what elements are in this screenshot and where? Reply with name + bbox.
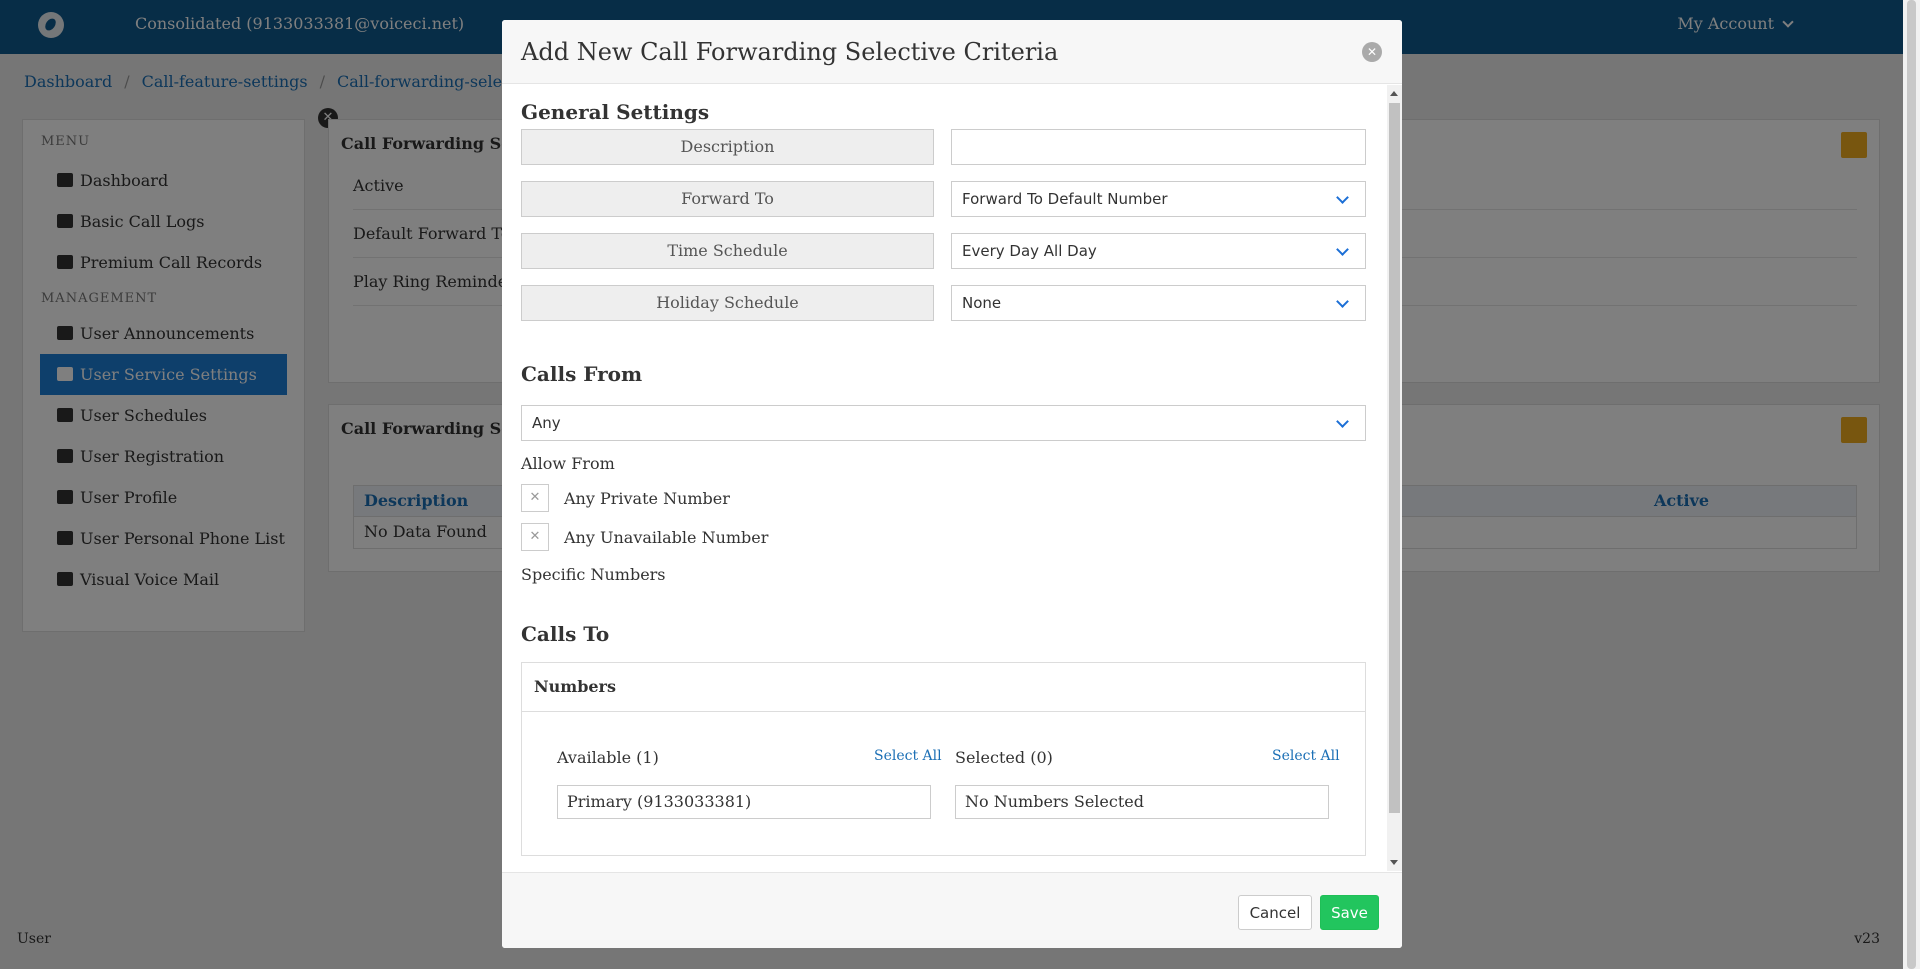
chevron-down-icon — [1336, 191, 1349, 204]
numbers-panel-header: Numbers — [522, 663, 1365, 712]
available-select-all-link[interactable]: Select All — [874, 748, 942, 764]
forward-to-label: Forward To — [521, 181, 934, 217]
scroll-down-icon[interactable] — [1390, 860, 1398, 865]
modal-footer: Cancel Save — [502, 872, 1402, 948]
save-button[interactable]: Save — [1320, 895, 1379, 930]
general-settings-heading: General Settings — [521, 100, 710, 124]
chevron-down-icon — [1336, 295, 1349, 308]
numbers-panel-title: Numbers — [534, 677, 616, 696]
description-label: Description — [521, 129, 934, 165]
add-criteria-modal: Add New Call Forwarding Selective Criter… — [502, 20, 1402, 948]
calls-from-heading: Calls From — [521, 362, 643, 386]
modal-title: Add New Call Forwarding Selective Criter… — [521, 38, 1059, 66]
holiday-schedule-label: Holiday Schedule — [521, 285, 934, 321]
modal-scrollbar[interactable] — [1387, 85, 1402, 871]
modal-body: General Settings Description Forward To … — [502, 85, 1402, 871]
any-private-number-label: Any Private Number — [564, 489, 730, 508]
cancel-button[interactable]: Cancel — [1238, 895, 1312, 930]
list-item[interactable]: Primary (9133033381) — [567, 792, 751, 811]
chevron-down-icon — [1336, 243, 1349, 256]
allow-from-label: Allow From — [521, 454, 615, 473]
selected-select-all-link[interactable]: Select All — [1272, 748, 1340, 764]
page-scrollbar[interactable] — [1903, 0, 1920, 969]
time-schedule-label: Time Schedule — [521, 233, 934, 269]
time-schedule-select[interactable]: Every Day All Day — [951, 233, 1366, 269]
numbers-panel: Numbers Available (1) Select All Selecte… — [521, 662, 1366, 856]
any-private-number-checkbox[interactable]: ✕ — [521, 484, 549, 512]
calls-from-value: Any — [532, 414, 561, 432]
time-schedule-value: Every Day All Day — [962, 242, 1097, 260]
holiday-schedule-value: None — [962, 294, 1002, 312]
scrollbar-thumb[interactable] — [1389, 103, 1400, 813]
forward-to-value: Forward To Default Number — [962, 190, 1168, 208]
scroll-up-icon[interactable] — [1390, 91, 1398, 96]
any-unavailable-number-label: Any Unavailable Number — [564, 528, 769, 547]
page-scrollbar-thumb[interactable] — [1907, 0, 1916, 969]
holiday-schedule-select[interactable]: None — [951, 285, 1366, 321]
specific-numbers-label: Specific Numbers — [521, 565, 666, 584]
description-input[interactable] — [951, 129, 1366, 165]
chevron-down-icon — [1336, 415, 1349, 428]
empty-state: No Numbers Selected — [965, 792, 1144, 811]
selected-numbers-list[interactable]: No Numbers Selected — [955, 785, 1329, 819]
calls-to-heading: Calls To — [521, 622, 610, 646]
close-icon[interactable]: ✕ — [1362, 42, 1382, 62]
available-label: Available (1) — [557, 748, 659, 767]
any-unavailable-number-checkbox[interactable]: ✕ — [521, 523, 549, 551]
available-numbers-list[interactable]: Primary (9133033381) — [557, 785, 931, 819]
selected-label: Selected (0) — [955, 748, 1053, 767]
modal-header: Add New Call Forwarding Selective Criter… — [502, 20, 1402, 84]
calls-from-select[interactable]: Any — [521, 405, 1366, 441]
forward-to-select[interactable]: Forward To Default Number — [951, 181, 1366, 217]
